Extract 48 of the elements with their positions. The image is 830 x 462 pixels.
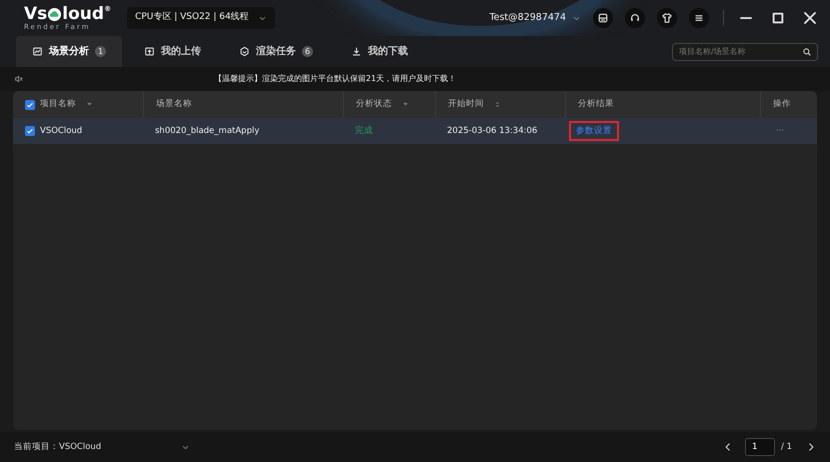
upload-icon (144, 46, 155, 57)
chart-icon (32, 46, 43, 57)
parameter-settings-link[interactable]: 参数设置 (571, 122, 617, 140)
column-header: 场景名称 (156, 98, 192, 111)
checkmark-icon (26, 127, 34, 135)
logo-text: Vs (24, 6, 48, 22)
count-badge: 6 (302, 46, 313, 57)
search-icon (802, 46, 812, 56)
menu-icon (693, 12, 705, 24)
column-header: 项目名称 (40, 98, 76, 111)
search-field[interactable]: 项目名称/场景名称 (672, 42, 818, 60)
speaker-icon (14, 74, 24, 84)
project-name: VSOCloud (59, 440, 102, 454)
download-icon (351, 46, 362, 57)
more-actions-button[interactable]: ··· (776, 124, 784, 138)
table-cell: 2025-03-06 13:34:06 (447, 124, 538, 138)
tab[interactable]: 场景分析 1 (16, 36, 122, 67)
sort-icon[interactable] (493, 100, 502, 109)
logo-text: loud (62, 6, 104, 22)
count-badge: 1 (95, 46, 106, 57)
hexagon-icon (239, 46, 250, 57)
menu-button[interactable] (689, 8, 709, 28)
shirt-icon (661, 12, 673, 24)
page-input[interactable]: 1 (745, 438, 776, 456)
cloud-logo-icon (47, 6, 62, 22)
headset-button[interactable] (625, 8, 645, 28)
checkbox[interactable] (25, 126, 35, 136)
checkbox[interactable] (25, 100, 35, 110)
tab[interactable]: 我的上传 (128, 36, 217, 67)
column-header: 操作 (773, 98, 791, 111)
checkmark-icon (26, 100, 34, 108)
table-cell: sh0020_blade_matApply (155, 124, 260, 138)
page-total: / 1 (781, 440, 792, 454)
shirt-button[interactable] (657, 8, 677, 28)
column-header: 分析结果 (578, 98, 614, 111)
status-text: 完成 (355, 124, 373, 138)
column-header: 开始时间 (448, 98, 484, 111)
tab[interactable]: 渲染任务 6 (223, 36, 329, 67)
current-project-label: 当前项目： (14, 440, 59, 454)
account-name[interactable]: Test@82987474 (489, 10, 566, 26)
tab[interactable]: 我的下载 (335, 36, 424, 67)
table-cell: VSOCloud (40, 124, 82, 138)
zone-dropdown[interactable]: CPU专区 | VSO22 | 64线程 (127, 7, 276, 29)
printer-button[interactable] (593, 8, 613, 28)
printer-icon (597, 12, 609, 24)
column-header: 分析状态 (356, 98, 392, 111)
notice-text: 【温馨提示】渲染完成的图片平台默认保留21天，请用户及时下载！ (212, 73, 458, 85)
headset-icon (629, 12, 641, 24)
